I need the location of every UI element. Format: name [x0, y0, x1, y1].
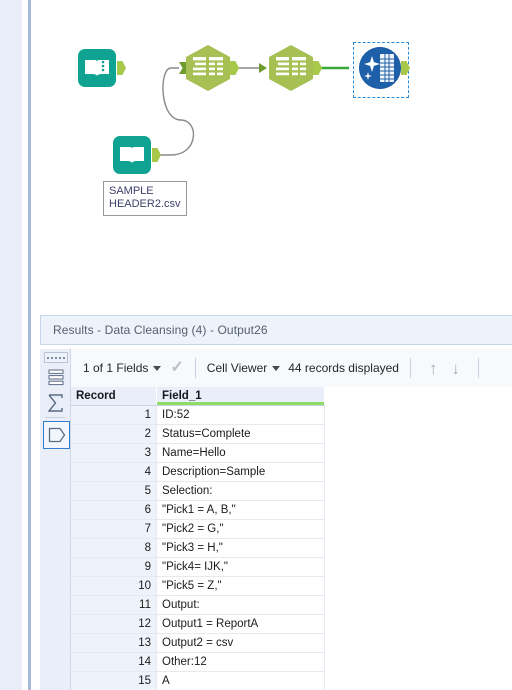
- table-glyph-icon: [276, 57, 306, 76]
- data-output-icon[interactable]: [43, 421, 70, 449]
- results-icon-rail: [40, 349, 71, 690]
- table-row[interactable]: 4 Description=Sample: [71, 462, 325, 482]
- cell-record[interactable]: 9: [71, 557, 157, 577]
- table-row[interactable]: 15 A: [71, 671, 325, 690]
- cell-record[interactable]: 15: [71, 671, 157, 690]
- cell-record[interactable]: 3: [71, 443, 157, 463]
- table-row[interactable]: 9 "Pick4= IJK,": [71, 557, 325, 577]
- chevron-down-icon[interactable]: [153, 365, 162, 371]
- table-row[interactable]: 3 Name=Hello: [71, 443, 325, 463]
- cell-field-1[interactable]: "Pick4= IJK,": [156, 557, 325, 577]
- cell-record[interactable]: 7: [71, 519, 157, 539]
- cell-field-1[interactable]: A: [156, 671, 325, 690]
- cell-record[interactable]: 13: [71, 633, 157, 653]
- connection-wires: [156, 63, 349, 156]
- cell-field-1[interactable]: Description=Sample: [156, 462, 325, 482]
- messages-glyph-icon: [48, 369, 63, 385]
- input-data-icon: [78, 49, 116, 87]
- cell-field-1[interactable]: Selection:: [156, 481, 325, 501]
- cell-field-1[interactable]: "Pick2 = G,": [156, 519, 325, 539]
- fields-label: 1 of 1 Fields: [83, 361, 149, 375]
- cell-record[interactable]: 14: [71, 652, 157, 672]
- cell-record[interactable]: 8: [71, 538, 157, 558]
- cell-record[interactable]: 11: [71, 595, 157, 615]
- rail-separator: [45, 417, 65, 418]
- data-pentagon-glyph-icon: [48, 427, 65, 443]
- arrow-down-icon[interactable]: ↓: [444, 360, 467, 377]
- sigma-glyph-icon: [47, 394, 63, 412]
- cell-record[interactable]: 2: [71, 424, 157, 444]
- results-title: Results - Data Cleansing (4) - Output26: [40, 315, 512, 345]
- table-glyph-icon: [193, 57, 223, 76]
- fields-selector[interactable]: 1 of 1 Fields: [83, 361, 162, 375]
- records-displayed-label: 44 records displayed: [288, 361, 399, 375]
- cell-field-1[interactable]: "Pick3 = H,": [156, 538, 325, 558]
- results-table: Record Field_1 1 ID:52 2 Status=Complete 3 Na…: [71, 387, 325, 690]
- cell-record[interactable]: 10: [71, 576, 157, 596]
- arrow-up-icon[interactable]: ↑: [422, 360, 445, 377]
- toolbar-separator: [477, 358, 479, 378]
- cell-record[interactable]: 6: [71, 500, 157, 520]
- table-header-row: Record Field_1: [71, 387, 325, 406]
- toolbar-separator: [409, 358, 411, 378]
- cell-record[interactable]: 5: [71, 481, 157, 501]
- viewer-label: Cell Viewer: [206, 361, 268, 375]
- cell-field-1[interactable]: "Pick5 = Z,": [156, 576, 325, 596]
- table-row[interactable]: 14 Other:12: [71, 652, 325, 672]
- cell-field-1[interactable]: Output:: [156, 595, 325, 615]
- workflow-canvas[interactable]: SAMPLE HEADER2.csv: [31, 0, 512, 306]
- table-row[interactable]: 5 Selection:: [71, 481, 325, 501]
- node-label-input-data-2[interactable]: SAMPLE HEADER2.csv: [103, 181, 187, 216]
- results-panel: Results - Data Cleansing (4) - Output26: [31, 306, 512, 690]
- toolbar-separator: [194, 358, 196, 378]
- checkmark-icon[interactable]: ✓: [170, 360, 183, 376]
- table-row[interactable]: 2 Status=Complete: [71, 424, 325, 444]
- cell-field-1[interactable]: ID:52: [156, 405, 325, 425]
- cell-field-1[interactable]: Output2 = csv: [156, 633, 325, 653]
- table-row[interactable]: 7 "Pick2 = G,": [71, 519, 325, 539]
- table-row[interactable]: 8 "Pick3 = H,": [71, 538, 325, 558]
- cell-field-1[interactable]: "Pick1 = A, B,": [156, 500, 325, 520]
- input-data-icon: [113, 136, 151, 174]
- sigma-summary-icon[interactable]: [43, 390, 68, 416]
- application-window: SAMPLE HEADER2.csv Results - Data Cleans…: [0, 0, 512, 690]
- sparkle-grid-glyph-icon: [359, 47, 401, 89]
- cell-record[interactable]: 4: [71, 462, 157, 482]
- column-header-record[interactable]: Record: [71, 387, 157, 406]
- cell-field-1[interactable]: Name=Hello: [156, 443, 325, 463]
- table-row[interactable]: 10 "Pick5 = Z,": [71, 576, 325, 596]
- cell-field-1[interactable]: Other:12: [156, 652, 325, 672]
- cell-record[interactable]: 12: [71, 614, 157, 634]
- table-row[interactable]: 12 Output1 = ReportA: [71, 614, 325, 634]
- cell-field-1[interactable]: Status=Complete: [156, 424, 325, 444]
- book-glyph-icon: [120, 147, 144, 163]
- results-toolbar: 1 of 1 Fields ✓ Cell Viewer 44 records d…: [71, 349, 512, 388]
- table-row[interactable]: 1 ID:52: [71, 405, 325, 425]
- cell-field-1[interactable]: Output1 = ReportA: [156, 614, 325, 634]
- rail-drag-handle[interactable]: [44, 352, 68, 363]
- results-data-grid[interactable]: Record Field_1 1 ID:52 2 Status=Complete 3 Na…: [71, 387, 512, 690]
- cell-record[interactable]: 1: [71, 405, 157, 425]
- table-body: 1 ID:52 2 Status=Complete 3 Name=Hello 4 Descri…: [71, 405, 325, 690]
- table-row[interactable]: 11 Output:: [71, 595, 325, 615]
- left-rail-strip: [0, 0, 22, 690]
- table-row[interactable]: 13 Output2 = csv: [71, 633, 325, 653]
- column-header-field-1[interactable]: Field_1: [156, 387, 325, 406]
- book-glyph-icon: [85, 60, 109, 76]
- chevron-down-icon[interactable]: [272, 365, 281, 371]
- viewer-selector[interactable]: Cell Viewer: [206, 361, 281, 375]
- messages-icon[interactable]: [43, 364, 68, 390]
- table-row[interactable]: 6 "Pick1 = A, B,": [71, 500, 325, 520]
- data-cleansing-icon: [359, 47, 401, 89]
